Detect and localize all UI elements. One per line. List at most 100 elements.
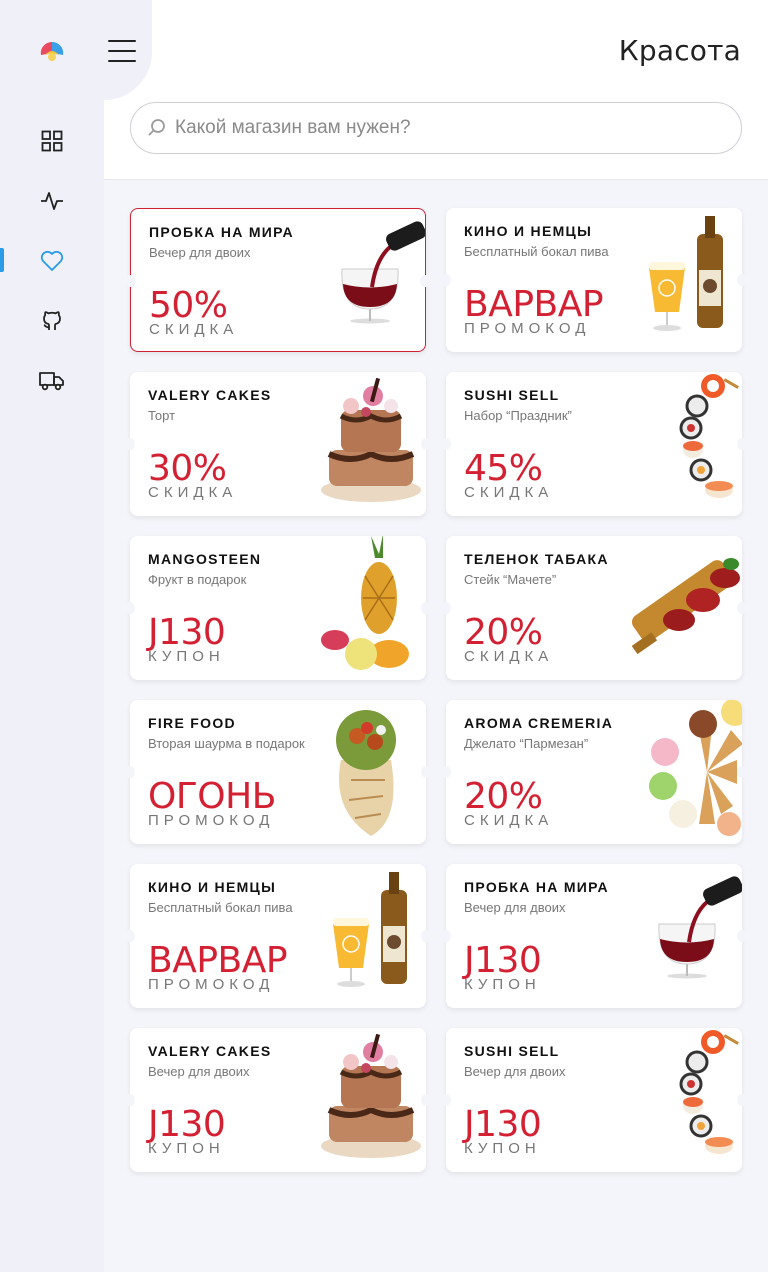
shop-name: FIRE FOOD [148, 715, 236, 731]
ticket-notch [125, 930, 135, 942]
offer-description: Бесплатный бокал пива [148, 900, 293, 915]
offer-card[interactable]: SUSHI SELL Вечер для двоих J130 КУПОН [441, 1028, 747, 1172]
nav-github[interactable] [39, 308, 65, 334]
offer-description: Вечер для двоих [464, 1064, 566, 1079]
offer-type: ПРОМОКОД [148, 812, 275, 829]
activity-icon [41, 192, 63, 210]
offer-card[interactable]: ТЕЛЕНОК ТАБАКА Стейк “Мачете” 20% СКИДКА [441, 536, 747, 680]
search-icon [148, 119, 165, 136]
ticket-notch [441, 602, 451, 614]
steak-image [632, 558, 740, 655]
nav-delivery[interactable] [39, 368, 65, 394]
offer-value: J130 [464, 940, 542, 981]
shop-name: AROMA CREMERIA [464, 715, 614, 731]
nav-dashboard[interactable] [39, 128, 65, 154]
ticket-notch [441, 438, 451, 450]
offer-value: J130 [464, 1104, 542, 1145]
offer-card[interactable]: КИНО И НЕМЦЫ Бесплатный бокал пива ВАРВА… [125, 864, 431, 1008]
offer-value: ВАРВАР [148, 940, 288, 981]
ticket-notch [125, 438, 135, 450]
offer-type: ПРОМОКОД [148, 976, 275, 993]
shop-name: КИНО И НЕМЦЫ [464, 223, 593, 239]
sushi-image [679, 374, 739, 498]
ticket-notch [441, 930, 451, 942]
cake-image [321, 377, 421, 502]
offer-value: 30% [148, 448, 227, 489]
offer-description: Джелато “Пармезан” [464, 736, 589, 751]
cake-image [321, 1033, 421, 1158]
offer-description: Вечер для двоих [149, 245, 251, 260]
nav-favorites[interactable] [39, 248, 65, 274]
nav-activity[interactable] [39, 188, 65, 214]
ticket-notch [441, 1094, 451, 1106]
menu-button[interactable] [108, 40, 136, 66]
offer-type: СКИДКА [464, 648, 554, 665]
offer-card[interactable]: ПРОБКА НА МИРА Вечер для двоих J130 КУПО… [441, 864, 747, 1008]
offer-description: Стейк “Мачете” [464, 572, 557, 587]
wine-glass-image [341, 221, 425, 324]
wine-glass-image [658, 876, 742, 979]
active-nav-indicator [0, 248, 4, 272]
ticket-notch [441, 766, 451, 778]
truck-icon [39, 372, 64, 391]
shop-name: MANGOSTEEN [148, 551, 262, 567]
shop-name: VALERY CAKES [148, 387, 272, 403]
shop-name: ПРОБКА НА МИРА [464, 879, 609, 895]
app-logo-icon[interactable] [39, 39, 65, 65]
offer-value: 45% [464, 448, 543, 489]
beer-image [649, 216, 723, 331]
offer-card[interactable]: КИНО И НЕМЦЫ Бесплатный бокал пива ВАРВА… [441, 208, 747, 352]
offer-card[interactable]: FIRE FOOD Вторая шаурма в подарок ОГОНЬ … [125, 700, 431, 844]
shop-name: ПРОБКА НА МИРА [149, 224, 294, 240]
hamburger-line [108, 50, 136, 52]
offer-value: J130 [148, 1104, 226, 1145]
offer-value: ВАРВАР [464, 284, 604, 325]
shop-name: КИНО И НЕМЦЫ [148, 879, 277, 895]
offer-card[interactable]: VALERY CAKES Вечер для двоих J130 КУПОН [125, 1028, 431, 1172]
search-bar[interactable] [130, 102, 742, 154]
grid-icon [41, 130, 63, 152]
offer-card[interactable]: ПРОБКА НА МИРА Вечер для двоих 50% СКИДК… [126, 208, 430, 352]
offer-type: КУПОН [464, 976, 541, 993]
offer-card[interactable]: VALERY CAKES Торт 30% СКИДКА [125, 372, 431, 516]
offer-description: Фрукт в подарок [148, 572, 247, 587]
offer-type: КУПОН [148, 1140, 225, 1157]
offer-description: Торт [148, 408, 176, 423]
offer-description: Бесплатный бокал пива [464, 244, 609, 259]
github-icon [43, 311, 61, 330]
offer-description: Набор “Праздник” [464, 408, 572, 423]
offer-description: Вечер для двоих [148, 1064, 250, 1079]
offer-description: Вечер для двоих [464, 900, 566, 915]
offer-value: J130 [148, 612, 226, 653]
offer-card[interactable]: SUSHI SELL Набор “Праздник” 45% СКИДКА [441, 372, 747, 516]
offer-value: 20% [464, 612, 543, 653]
fruit-image [321, 536, 409, 670]
offer-card[interactable]: MANGOSTEEN Фрукт в подарок J130 КУПОН [125, 536, 431, 680]
ice-cream-image [649, 700, 742, 836]
hamburger-line [108, 60, 136, 62]
sidebar [0, 0, 104, 1272]
offer-type: СКИДКА [464, 812, 554, 829]
offer-type: ПРОМОКОД [464, 320, 591, 337]
offer-type: СКИДКА [148, 484, 238, 501]
search-input[interactable] [175, 117, 715, 139]
shop-name: VALERY CAKES [148, 1043, 272, 1059]
offer-type: СКИДКА [464, 484, 554, 501]
ticket-notch [125, 602, 135, 614]
offer-type: КУПОН [148, 648, 225, 665]
shop-name: SUSHI SELL [464, 1043, 560, 1059]
shop-name: SUSHI SELL [464, 387, 560, 403]
ticket-notch [126, 275, 136, 287]
sushi-image [679, 1030, 739, 1154]
beer-image [333, 872, 407, 987]
offer-description: Вторая шаурма в подарок [148, 736, 305, 751]
ticket-notch [125, 766, 135, 778]
offer-value: 50% [149, 285, 228, 326]
ticket-notch [125, 1094, 135, 1106]
offer-type: КУПОН [464, 1140, 541, 1157]
hamburger-icon [108, 40, 136, 42]
offer-value: 20% [464, 776, 543, 817]
offer-value: ОГОНЬ [148, 776, 276, 817]
shop-name: ТЕЛЕНОК ТАБАКА [464, 551, 609, 567]
offer-card[interactable]: AROMA CREMERIA Джелато “Пармезан” 20% СК… [441, 700, 747, 844]
